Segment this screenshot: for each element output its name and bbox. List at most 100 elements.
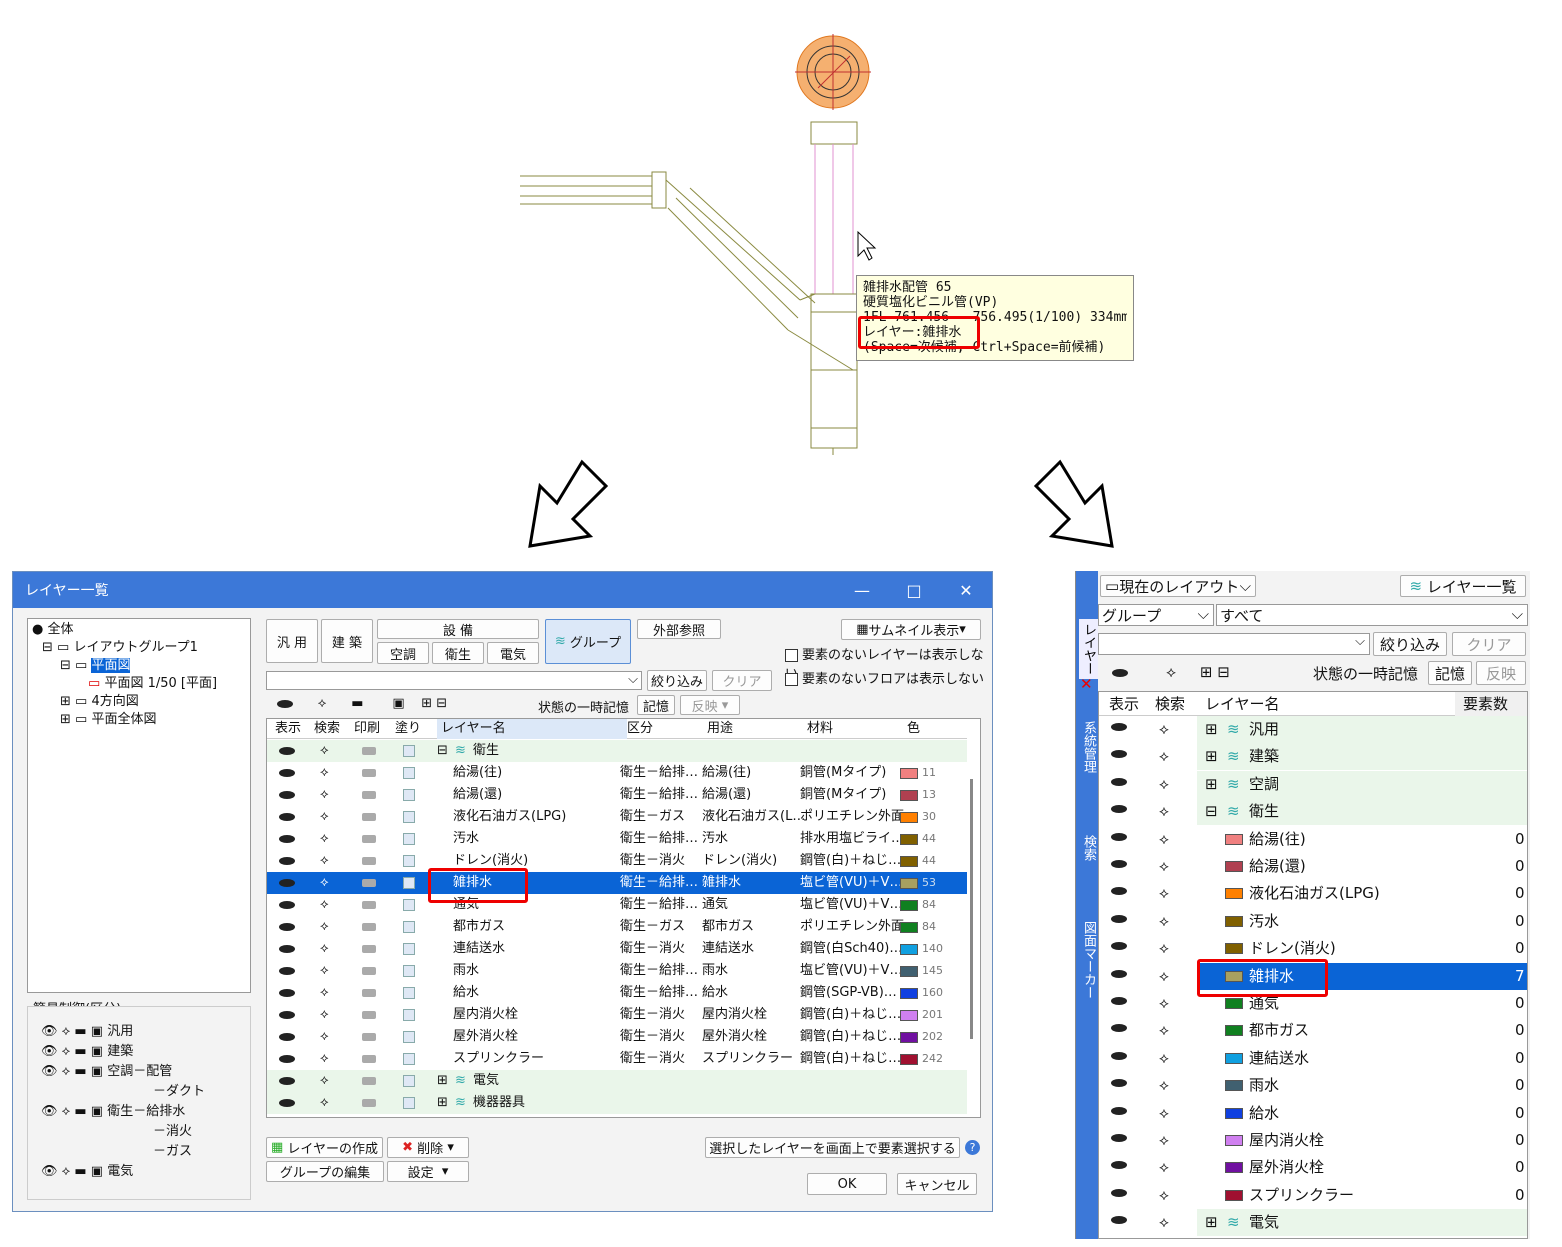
eye-icon[interactable] bbox=[1111, 723, 1127, 731]
search-icon[interactable]: ⟡ bbox=[1166, 663, 1176, 681]
eye-icon[interactable] bbox=[279, 1055, 295, 1063]
layout-select[interactable]: ▭ 現在のレイアウト ⌵ bbox=[1100, 575, 1256, 597]
search-icon[interactable]: ⟡ bbox=[320, 1004, 329, 1026]
layer-row[interactable]: ⟡ 屋内消火栓 0 bbox=[1099, 1127, 1527, 1154]
search-icon[interactable]: ⟡ bbox=[320, 784, 329, 806]
simple-item-general[interactable]: 👁 ⟡ ▬ ▣ 汎用 bbox=[41, 1022, 205, 1042]
fill-icon[interactable] bbox=[403, 811, 415, 823]
expand-all-icon[interactable]: ⊞ bbox=[1200, 663, 1213, 681]
print-icon[interactable] bbox=[362, 791, 376, 799]
fill-icon[interactable] bbox=[403, 965, 415, 977]
eye-icon[interactable] bbox=[279, 945, 295, 953]
layer-group-row[interactable]: ⟡ ⊞ ≋ 空調 bbox=[1099, 770, 1527, 798]
search-icon[interactable]: ⟡ bbox=[1159, 798, 1169, 825]
fill-icon[interactable] bbox=[403, 1031, 415, 1043]
search-icon[interactable]: ⟡ bbox=[320, 960, 329, 982]
layout-tree[interactable]: ● 全体 ⊟ ▭ レイアウトグループ1 ⊟ ▭ 平面図 ▭ 平面図 1/50 [… bbox=[27, 618, 251, 993]
layer-row[interactable]: ⟡ 液化石油ガス(LPG) 0 bbox=[1099, 880, 1527, 907]
fill-icon[interactable] bbox=[403, 767, 415, 779]
layer-row[interactable]: ⟡ ドレン(消火) 衛生－消火 ドレン(消火) 鋼管(白)＋ねじ… 44 bbox=[267, 850, 967, 872]
close-icon[interactable]: ✕ bbox=[1080, 675, 1093, 693]
layer-group-row[interactable]: ⟡ ⊟ ≋ 衛生 bbox=[1099, 798, 1527, 826]
layer-row[interactable]: ⟡ 屋内消火栓 衛生－消火 屋内消火栓 鋼管(白)＋ねじ… 201 bbox=[267, 1004, 967, 1026]
layer-row[interactable]: ⟡ 給湯(往) 0 bbox=[1099, 826, 1527, 853]
eye-icon[interactable] bbox=[1111, 969, 1127, 978]
settings-button[interactable]: 設定 ▾ bbox=[387, 1161, 469, 1182]
simple-item-electric[interactable]: 👁 ⟡ ▬ ▣ 電気 bbox=[41, 1162, 205, 1182]
right-filter-combobox[interactable]: ⌵ bbox=[1098, 633, 1370, 655]
layer-row[interactable]: ⟡ 給湯(還) 衛生－給排… 給湯(還) 銅管(Mタイプ) 13 bbox=[267, 784, 967, 806]
search-icon[interactable]: ⟡ bbox=[320, 982, 329, 1004]
arch-button[interactable]: 建 築 bbox=[321, 619, 373, 663]
eye-icon[interactable] bbox=[279, 813, 295, 821]
layer-row[interactable]: ⟡ 給湯(還) 0 bbox=[1099, 853, 1527, 880]
expand-icon[interactable]: ⊟ bbox=[1205, 798, 1218, 825]
side-tab-marker[interactable]: 図面マーカー bbox=[1079, 921, 1098, 999]
edit-group-button[interactable]: グループの編集 bbox=[266, 1161, 384, 1182]
all-select[interactable]: すべて ⌵ bbox=[1216, 604, 1528, 626]
print-icon[interactable]: ▬ bbox=[351, 696, 363, 711]
print-icon[interactable] bbox=[362, 813, 376, 821]
sanitary-button[interactable]: 衛生 bbox=[432, 642, 484, 664]
side-tab-search[interactable]: 検索 bbox=[1079, 835, 1098, 861]
search-icon[interactable]: ⟡ bbox=[1159, 1127, 1169, 1154]
eye-icon[interactable] bbox=[1111, 750, 1127, 759]
search-icon[interactable]: ⟡ bbox=[1159, 716, 1169, 743]
reflect-button[interactable]: 反映 ▾ bbox=[680, 695, 740, 715]
eye-icon[interactable] bbox=[1111, 860, 1127, 868]
layer-row[interactable]: ⟡ 汚水 衛生－給排… 汚水 排水用塩ビライ… 44 bbox=[267, 828, 967, 850]
search-icon[interactable]: ⟡ bbox=[320, 894, 329, 916]
simple-item-arch[interactable]: 👁 ⟡ ▬ ▣ 建築 bbox=[41, 1042, 205, 1062]
eye-icon[interactable] bbox=[279, 747, 295, 755]
expand-icon[interactable]: ⊞ bbox=[1205, 743, 1218, 770]
eye-icon[interactable] bbox=[279, 879, 295, 887]
grid-hscrollbar[interactable] bbox=[287, 1117, 397, 1118]
side-tab-layer[interactable]: レイヤー bbox=[1079, 619, 1098, 679]
fill-icon[interactable] bbox=[403, 1009, 415, 1021]
fill-icon[interactable] bbox=[403, 943, 415, 955]
eye-icon[interactable] bbox=[1111, 1106, 1127, 1115]
tree-layout-group[interactable]: ⊟ ▭ レイアウトグループ1 bbox=[32, 639, 246, 657]
hvac-button[interactable]: 空調 bbox=[377, 642, 429, 664]
fill-icon[interactable] bbox=[403, 789, 415, 801]
print-icon[interactable] bbox=[362, 923, 376, 931]
expand-icon[interactable]: ⊞ bbox=[1205, 771, 1218, 798]
collapse-all-icon[interactable]: ⊟ bbox=[1217, 663, 1230, 681]
print-icon[interactable] bbox=[362, 989, 376, 997]
eye-icon[interactable] bbox=[279, 923, 295, 931]
collapse-all-icon[interactable]: ⊟ bbox=[436, 696, 447, 711]
search-icon[interactable]: ⟡ bbox=[320, 828, 329, 850]
hide-empty-floors-option[interactable]: 要素のないフロアは表示しない bbox=[785, 668, 984, 687]
eye-icon[interactable] bbox=[279, 989, 295, 997]
memo-button[interactable]: 記憶 bbox=[637, 695, 675, 715]
expand-icon[interactable]: ⊞ bbox=[437, 1092, 448, 1114]
eye-icon[interactable] bbox=[279, 1011, 295, 1019]
layer-row[interactable]: ⟡ 給水 衛生－給排… 給水 鋼管(SGP-VB)… 160 bbox=[267, 982, 967, 1004]
expand-icon[interactable]: ⊞ bbox=[1205, 716, 1218, 743]
layer-row[interactable]: ⟡ 汚水 0 bbox=[1099, 908, 1527, 935]
layer-row[interactable]: ⟡ 雑排水 衛生－給排… 雑排水 塩ビ管(VU)＋V… 53 bbox=[267, 872, 967, 894]
layer-row[interactable]: ⟡ 通気 衛生－給排… 通気 塩ビ管(VU)＋V… 84 bbox=[267, 894, 967, 916]
create-layer-button[interactable]: ▦ レイヤーの作成 bbox=[266, 1137, 383, 1158]
layer-group-row[interactable]: ⟡ ⊞ ≋ 電気 bbox=[1099, 1209, 1527, 1237]
filter-button[interactable]: 絞り込み bbox=[647, 670, 707, 691]
layer-row[interactable]: ⟡ 雨水 衛生－給排… 雨水 塩ビ管(VU)＋V… 145 bbox=[267, 960, 967, 982]
eye-icon[interactable] bbox=[1111, 942, 1127, 951]
expand-all-icon[interactable]: ⊞ bbox=[421, 696, 432, 711]
eye-icon[interactable] bbox=[1112, 668, 1128, 677]
layer-row[interactable]: ⟡ 給水 0 bbox=[1099, 1100, 1527, 1127]
search-icon[interactable]: ⟡ bbox=[1159, 1072, 1169, 1099]
eye-icon[interactable] bbox=[1111, 1079, 1127, 1088]
simple-item-sanitary-water[interactable]: 👁 ⟡ ▬ ▣ 衛生－給排水 bbox=[41, 1102, 205, 1122]
eye-icon[interactable] bbox=[1111, 997, 1127, 1005]
select-on-screen-button[interactable]: 選択したレイヤーを画面上で要素選択する bbox=[705, 1137, 960, 1158]
fill-icon[interactable] bbox=[403, 833, 415, 845]
search-icon[interactable]: ⟡ bbox=[320, 1048, 329, 1070]
simple-item-sanitary-gas[interactable]: －ガス bbox=[41, 1142, 205, 1162]
filter-combobox[interactable]: ⌵ bbox=[266, 671, 642, 690]
fill-icon[interactable]: ▣ bbox=[392, 696, 404, 711]
search-icon[interactable]: ⟡ bbox=[318, 696, 327, 711]
eye-icon[interactable] bbox=[277, 699, 293, 708]
right-filter-button[interactable]: 絞り込み bbox=[1373, 632, 1447, 656]
search-icon[interactable]: ⟡ bbox=[1159, 1017, 1169, 1044]
